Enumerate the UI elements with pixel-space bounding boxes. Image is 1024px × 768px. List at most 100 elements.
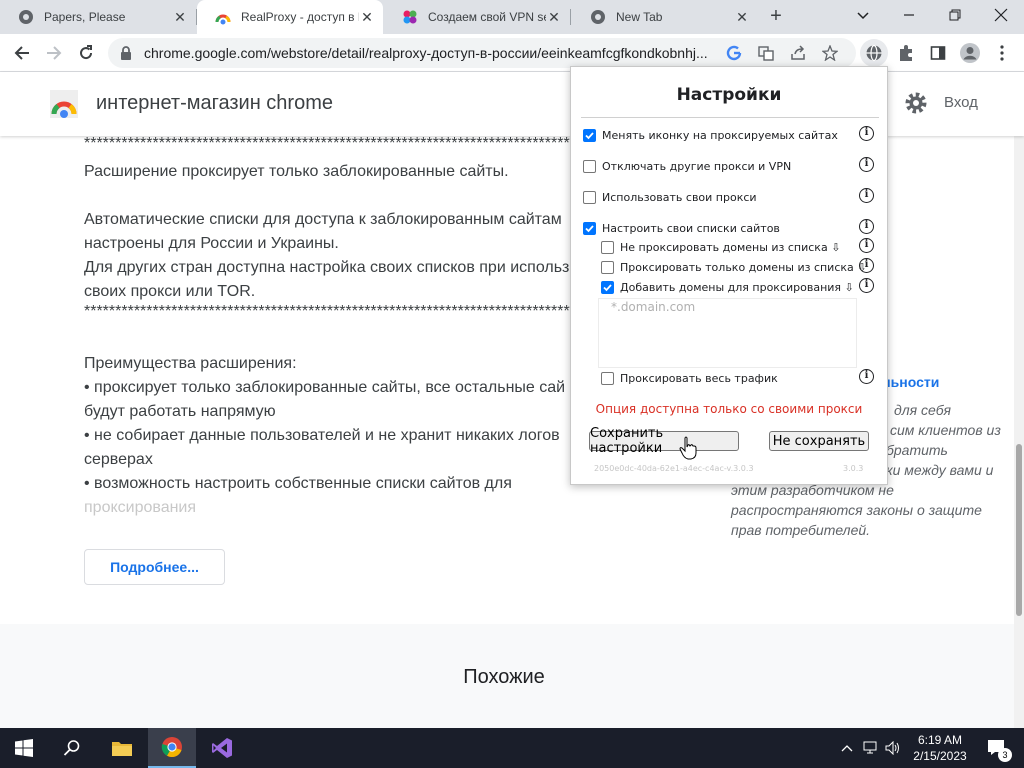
extension-version: 3.0.3	[843, 464, 864, 473]
close-window-button[interactable]	[978, 0, 1024, 30]
domains-textarea[interactable]: *.domain.com	[598, 298, 857, 368]
tab-search-button[interactable]	[840, 0, 886, 30]
sidebar-note-line: сим клиентов из	[890, 422, 1001, 438]
tray-overflow-button[interactable]	[838, 728, 856, 768]
read-more-button[interactable]: Подробнее...	[84, 549, 225, 585]
forward-button[interactable]	[40, 39, 68, 67]
realproxy-extension-button[interactable]	[860, 39, 888, 67]
notification-count-badge: 3	[998, 748, 1012, 762]
system-clock[interactable]: 6:19 AM 2/15/2023	[908, 732, 972, 764]
hand-cursor-icon	[679, 436, 697, 460]
page-scrollbar[interactable]	[1014, 136, 1024, 728]
save-settings-button[interactable]: Сохранить настройки	[589, 426, 739, 456]
option-label: Отключать другие прокси и VPN	[602, 160, 792, 173]
clock-time: 6:19 AM	[917, 733, 963, 747]
start-button[interactable]	[0, 728, 48, 768]
close-icon[interactable]: ✕	[546, 9, 562, 25]
dont-save-button[interactable]: Не сохранять	[769, 431, 869, 451]
avatar-icon	[960, 43, 980, 63]
network-button[interactable]	[862, 728, 880, 768]
network-icon	[863, 741, 877, 754]
tab-new-tab[interactable]: New Tab ✕	[572, 0, 758, 34]
info-icon[interactable]: i	[859, 369, 874, 384]
taskbar-file-explorer[interactable]	[98, 728, 146, 768]
option-label: Не проксировать домены из списка ⇩	[620, 241, 841, 254]
reload-button[interactable]	[72, 39, 100, 67]
login-link[interactable]: Вход	[944, 94, 978, 111]
option-add-domains[interactable]: Добавить домены для проксирования ⇩	[601, 281, 854, 294]
restore-button[interactable]	[932, 0, 978, 30]
tab-title: Создаем свой VPN server	[428, 10, 546, 24]
translate-icon[interactable]	[756, 43, 776, 63]
side-panel-button[interactable]	[924, 39, 952, 67]
info-icon[interactable]: i	[859, 157, 874, 172]
option-change-icon[interactable]: Менять иконку на проксируемых сайтах	[583, 129, 838, 142]
option-label: Добавить домены для проксирования ⇩	[620, 281, 854, 294]
chrome-icon	[18, 9, 34, 25]
option-label: Менять иконку на проксируемых сайтах	[602, 129, 838, 142]
similar-heading: Похожие	[463, 666, 545, 688]
option-proxy-only-list[interactable]: Проксировать только домены из списка ⇩	[601, 261, 866, 274]
address-bar[interactable]: chrome.google.com/webstore/detail/realpr…	[108, 38, 856, 68]
checkbox[interactable]	[601, 261, 614, 274]
new-tab-button[interactable]: +	[764, 6, 788, 28]
tab-papers-please[interactable]: Papers, Please ✕	[0, 0, 196, 34]
webstore-logo-icon[interactable]	[50, 90, 78, 118]
taskbar-visual-studio[interactable]	[198, 728, 246, 768]
info-icon[interactable]: i	[859, 219, 874, 234]
option-proxy-all-traffic[interactable]: Проксировать весь трафик	[601, 372, 778, 385]
volume-button[interactable]	[884, 728, 902, 768]
lock-icon	[121, 46, 131, 60]
close-icon[interactable]: ✕	[359, 9, 375, 25]
close-icon[interactable]: ✕	[734, 9, 750, 25]
checkbox[interactable]	[583, 160, 596, 173]
tab-title: New Tab	[616, 10, 663, 24]
option-disable-other-proxies[interactable]: Отключать другие прокси и VPN	[583, 160, 791, 173]
back-button[interactable]	[8, 39, 36, 67]
webstore-icon	[215, 9, 231, 25]
option-no-proxy-list[interactable]: Не проксировать домены из списка ⇩	[601, 241, 840, 254]
scrollbar-thumb[interactable]	[1016, 444, 1022, 616]
checkbox[interactable]	[583, 129, 596, 142]
menu-button[interactable]	[988, 39, 1016, 67]
taskbar-chrome[interactable]	[148, 728, 196, 768]
info-icon[interactable]: i	[859, 258, 874, 273]
checkbox[interactable]	[583, 191, 596, 204]
folder-icon	[112, 742, 132, 756]
close-icon[interactable]: ✕	[172, 9, 188, 25]
gear-icon[interactable]	[904, 91, 928, 115]
tab-title: Papers, Please	[44, 10, 126, 24]
chrome-icon	[590, 9, 606, 25]
info-icon[interactable]: i	[859, 238, 874, 253]
profile-button[interactable]	[956, 39, 984, 67]
restore-icon	[949, 9, 961, 21]
checkbox[interactable]	[583, 222, 596, 235]
chevron-down-icon	[857, 12, 869, 20]
info-icon[interactable]: i	[859, 126, 874, 141]
tab-vpn-server[interactable]: Создаем свой VPN server ✕	[384, 0, 570, 34]
option-use-own-proxies[interactable]: Использовать свои прокси	[583, 191, 757, 204]
search-button[interactable]	[48, 728, 96, 768]
notifications-button[interactable]: 3	[982, 728, 1012, 768]
checkbox[interactable]	[601, 281, 614, 294]
option-custom-lists[interactable]: Настроить свои списки сайтов	[583, 222, 780, 235]
checkbox[interactable]	[601, 241, 614, 254]
google-lens-icon[interactable]	[724, 43, 744, 63]
sidebar-note-line: братить	[886, 442, 948, 458]
tab-separator	[570, 9, 571, 25]
minimize-button[interactable]	[886, 0, 932, 30]
info-icon[interactable]: i	[859, 278, 874, 293]
popup-title: Настройки	[676, 85, 782, 105]
tab-realproxy[interactable]: RealProxy - доступ в России ✕	[197, 0, 383, 34]
info-icon[interactable]: i	[859, 188, 874, 203]
webstore-title[interactable]: интернет-магазин chrome	[96, 92, 333, 115]
realproxy-settings-popup: Настройки Менять иконку на проксируемых …	[570, 66, 888, 485]
bookmark-star-icon[interactable]	[820, 43, 840, 63]
option-label: Проксировать только домены из списка ⇩	[620, 261, 867, 274]
extensions-button[interactable]	[892, 39, 920, 67]
checkbox[interactable]	[601, 372, 614, 385]
minimize-icon	[904, 14, 914, 16]
share-icon[interactable]	[788, 43, 808, 63]
arrow-left-icon	[14, 46, 29, 60]
puzzle-icon	[900, 45, 912, 61]
